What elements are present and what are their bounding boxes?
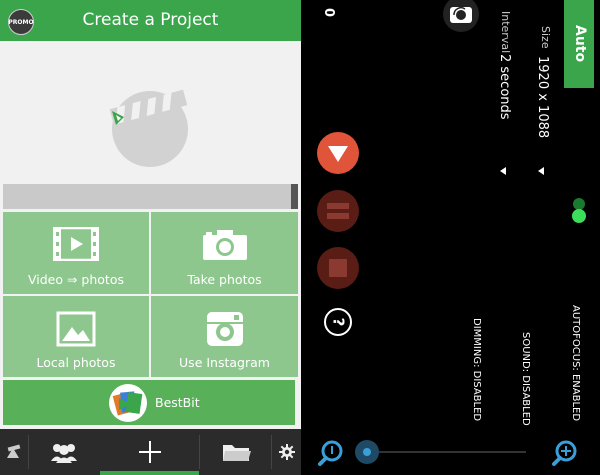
- project-preview: [0, 41, 301, 184]
- autofocus-status[interactable]: AUTOFOCUS: ENABLED: [570, 305, 581, 421]
- active-tab-indicator: [100, 471, 199, 475]
- record-button[interactable]: [317, 132, 359, 174]
- tile-label: Local photos: [36, 355, 116, 370]
- local-photos-button[interactable]: Local photos: [3, 296, 149, 377]
- stop-icon: [329, 259, 347, 277]
- focus-indicator-icon: [572, 198, 586, 223]
- interval-dropdown-arrow-icon[interactable]: [499, 166, 507, 176]
- gear-icon[interactable]: [272, 429, 301, 475]
- pause-icon: [327, 203, 349, 219]
- create-project-panel: PROMO Create a Project Video ⇒ photos Ta…: [0, 0, 301, 475]
- camera-icon: [202, 230, 247, 260]
- interval-label: Interval: [499, 11, 512, 54]
- tile-label: Video ⇒ photos: [27, 272, 124, 287]
- pause-button[interactable]: [317, 190, 359, 232]
- zoom-slider-knob[interactable]: [355, 440, 379, 464]
- auto-button[interactable]: Auto: [564, 0, 594, 88]
- auto-label: Auto: [572, 25, 588, 63]
- folder-icon[interactable]: [200, 429, 271, 475]
- plus-icon[interactable]: [100, 429, 199, 475]
- image-icon: [56, 311, 96, 347]
- zoom-out-icon[interactable]: [317, 439, 345, 467]
- help-button[interactable]: ?: [324, 308, 352, 336]
- video-to-photos-button[interactable]: Video ⇒ photos: [3, 212, 149, 294]
- record-arrow-icon: [328, 146, 348, 162]
- instagram-icon: [206, 312, 243, 346]
- use-instagram-button[interactable]: Use Instagram: [151, 296, 298, 377]
- switch-camera-icon[interactable]: [441, 0, 481, 34]
- tile-label: Take photos: [187, 272, 262, 287]
- help-icon: ?: [328, 317, 347, 327]
- bestbit-button[interactable]: BestBit: [3, 380, 295, 425]
- tile-label: Use Instagram: [179, 355, 270, 370]
- sound-status[interactable]: SOUND: DISABLED: [520, 332, 531, 426]
- timeline-scrubber[interactable]: [3, 184, 298, 209]
- scrubber-handle[interactable]: [291, 184, 298, 209]
- take-photos-button[interactable]: Take photos: [151, 212, 298, 294]
- zoom-slider-track[interactable]: [369, 451, 526, 453]
- dimming-status[interactable]: DIMMING: DISABLED: [471, 318, 482, 421]
- bestbit-logo-icon: [109, 384, 147, 422]
- bestbit-label: BestBit: [155, 395, 200, 410]
- clapperboard-icon: [109, 89, 188, 167]
- interval-value[interactable]: 2 seconds: [497, 54, 512, 120]
- film-icon: [53, 227, 99, 261]
- top-bar: PROMO Create a Project: [0, 0, 301, 41]
- bottom-nav: [0, 429, 301, 475]
- size-label: Size: [539, 26, 552, 49]
- size-dropdown-arrow-icon[interactable]: [537, 166, 545, 176]
- zoom-in-icon[interactable]: [551, 439, 579, 467]
- people-icon[interactable]: [29, 429, 99, 475]
- page-title: Create a Project: [82, 10, 219, 30]
- stop-button[interactable]: [317, 247, 359, 289]
- frame-counter: 0: [321, 8, 336, 18]
- timelapse-camera-panel: Auto Size 1920 x 1088 Interval 2 seconds…: [301, 0, 600, 475]
- projects-icon[interactable]: [0, 429, 28, 475]
- size-value[interactable]: 1920 x 1088: [535, 56, 550, 138]
